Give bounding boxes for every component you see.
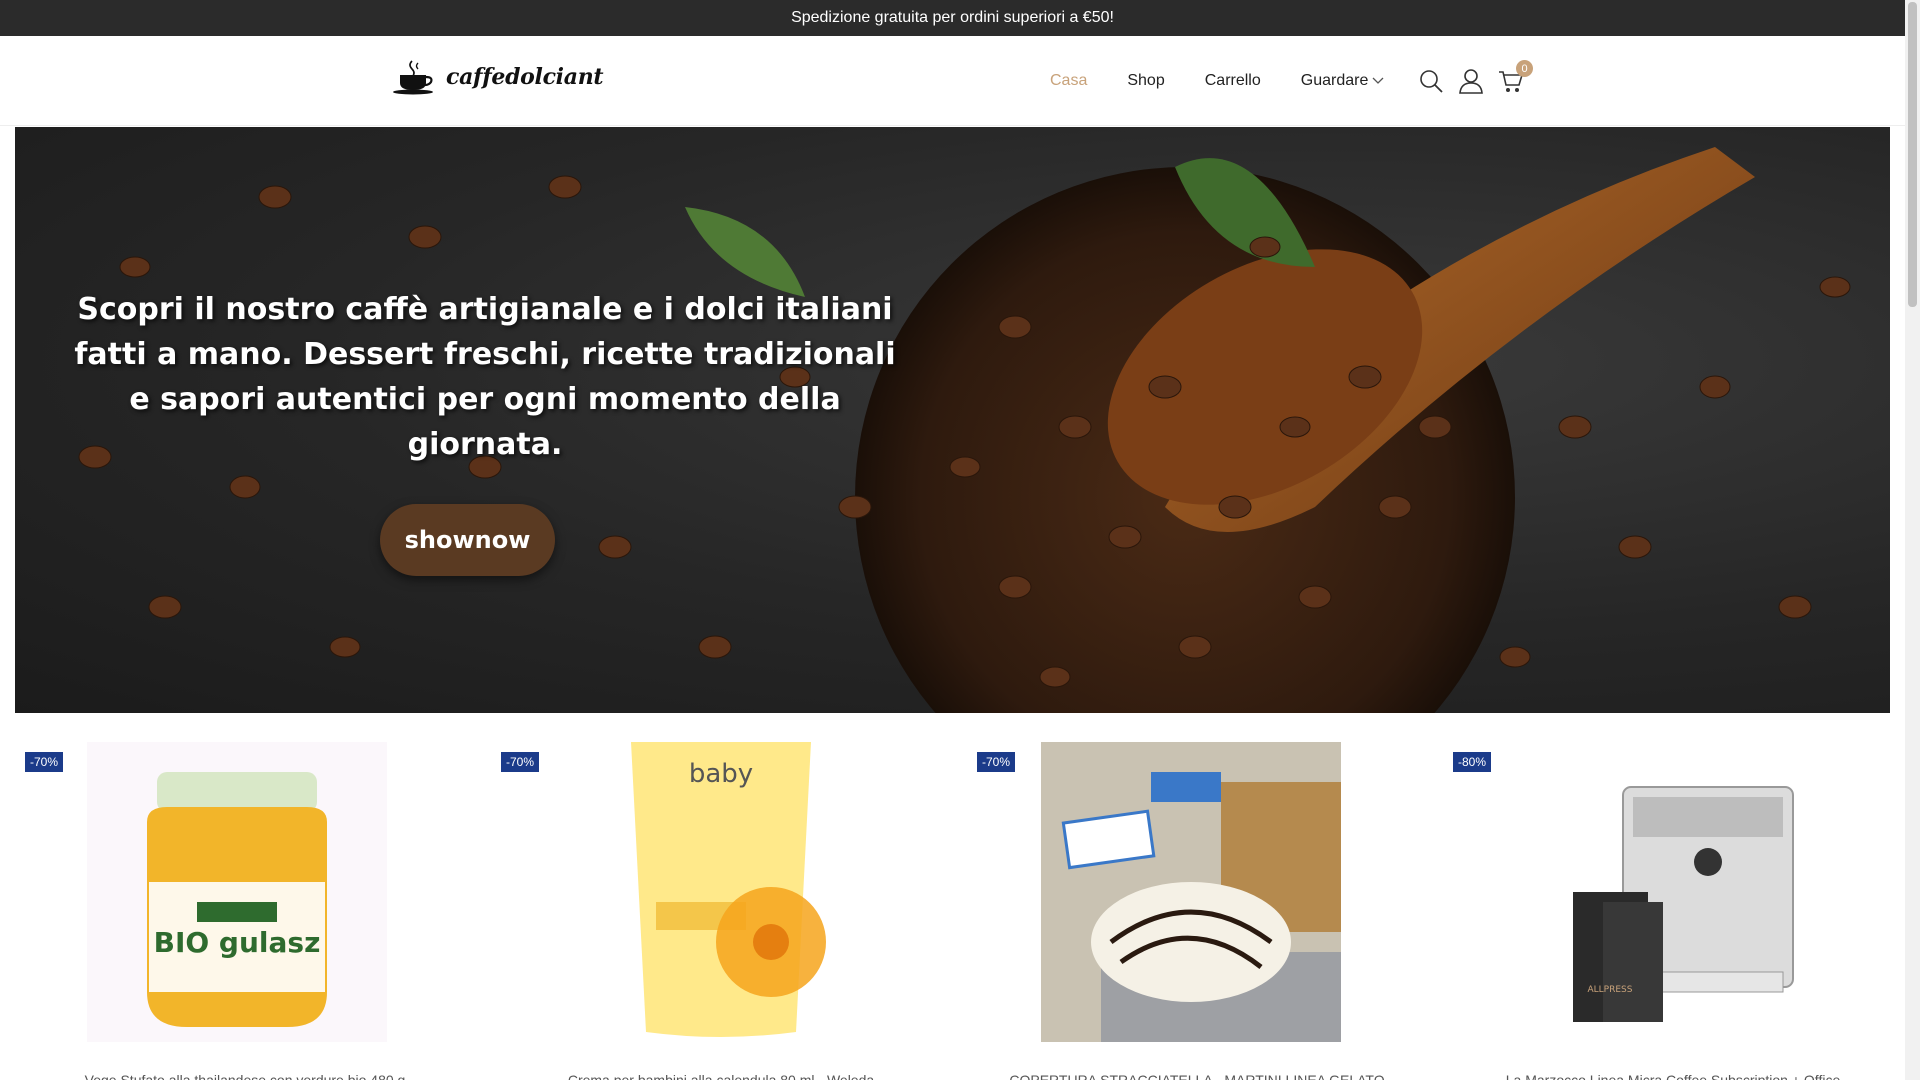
svg-text:baby: baby [689, 759, 753, 789]
svg-text:BIO gulasz: BIO gulasz [154, 926, 321, 959]
discount-badge: -70% [977, 752, 1016, 772]
cart-count-badge: 0 [1516, 60, 1533, 77]
shop-now-button[interactable]: shownow [380, 504, 555, 576]
hero-headline: Scopri il nostro caffè artigianale e i d… [74, 292, 896, 462]
nav-label: Carrello [1204, 72, 1261, 89]
product-card[interactable]: -80% ALLPRESS La Marzocco Linea Micra Co… [1443, 742, 1903, 1080]
main-nav: Casa Shop Carrello Guardare [1050, 36, 1384, 126]
product-title[interactable]: Crema per bambini alla calendula 80 ml -… [491, 1072, 951, 1080]
discount-badge: -80% [1453, 752, 1492, 772]
product-title[interactable]: La Marzocco Linea Micra Coffee Subscript… [1443, 1072, 1903, 1080]
product-card[interactable]: -70% BIO gulasz Vege Stufato alla thaila… [15, 742, 475, 1080]
announcement-text: Spedizione gratuita per ordini superiori… [791, 9, 1114, 26]
chevron-down-icon [1372, 77, 1384, 84]
discount-badge: -70% [25, 752, 64, 772]
product-title[interactable]: Vege Stufato alla thailandese con verdur… [15, 1072, 475, 1080]
logo-text: caffedolciant [446, 64, 604, 90]
site-logo[interactable]: caffedolciant [390, 59, 604, 95]
hero-banner: Scopri il nostro caffè artigianale e i d… [15, 127, 1890, 713]
svg-text:ALLPRESS: ALLPRESS [1588, 985, 1633, 995]
discount-badge: -70% [501, 752, 540, 772]
nav-item-casa[interactable]: Casa [1050, 72, 1087, 90]
nav-label: Guardare [1300, 72, 1369, 89]
coffee-cup-icon [393, 60, 433, 95]
nav-item-shop[interactable]: Shop [1127, 72, 1164, 90]
product-image[interactable] [1041, 742, 1341, 1042]
nav-label: Shop [1127, 72, 1165, 89]
scrollbar-thumb[interactable] [1908, 2, 1917, 307]
product-card[interactable]: -70% baby Crema per bambini alla calendu… [491, 742, 951, 1080]
nav-label: Casa [1050, 72, 1088, 89]
product-image[interactable]: BIO gulasz [87, 742, 387, 1042]
cart-button[interactable]: 0 [1498, 60, 1533, 94]
product-image[interactable]: ALLPRESS [1533, 742, 1833, 1042]
search-icon[interactable] [1418, 68, 1444, 94]
nav-item-carrello[interactable]: Carrello [1205, 72, 1261, 90]
product-title[interactable]: COPERTURA STRACCIATELLA - MARTINI LINEA … [967, 1072, 1427, 1080]
site-header: caffedolciant Casa Shop Carrello Guardar… [0, 36, 1905, 126]
header-actions: 0 [1418, 36, 1533, 126]
user-icon[interactable] [1458, 68, 1484, 94]
product-card[interactable]: -70% COPERTURA STRACCIATELLA - MARTINI L… [967, 742, 1427, 1080]
nav-item-guardare[interactable]: Guardare [1301, 72, 1385, 90]
announcement-bar: Spedizione gratuita per ordini superiori… [0, 0, 1905, 36]
product-image[interactable]: baby [571, 742, 871, 1042]
product-grid: -70% BIO gulasz Vege Stufato alla thaila… [15, 742, 1890, 1080]
